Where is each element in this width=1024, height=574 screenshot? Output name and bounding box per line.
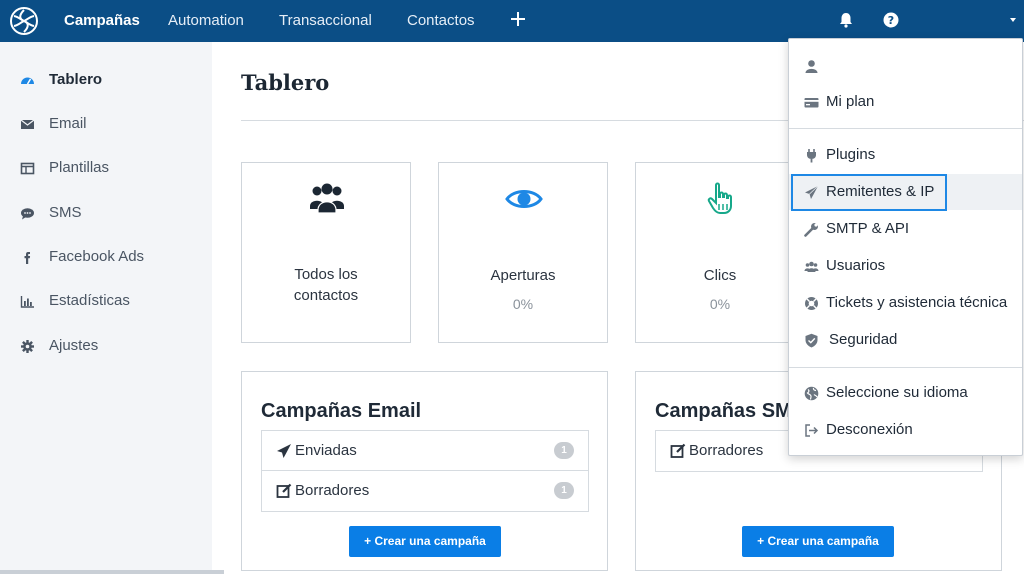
plus-icon[interactable] xyxy=(509,10,527,28)
bar-chart-icon xyxy=(20,294,35,309)
sidebar: Tablero Email Plantillas SMS Facebook Ad… xyxy=(0,42,212,574)
stat-card-contacts[interactable]: Todos los contactos xyxy=(241,162,411,343)
list-item-label: Enviadas xyxy=(295,442,357,459)
nav-transaccional[interactable]: Transaccional xyxy=(279,12,372,29)
account-dropdown-menu: Mi plan Plugins Remitentes & IP SMTP & A… xyxy=(788,38,1023,456)
stat-label: Aperturas xyxy=(490,267,556,284)
menu-item-label: Desconexión xyxy=(826,421,913,438)
shield-icon xyxy=(804,333,819,348)
nav-campanas[interactable]: Campañas xyxy=(64,12,140,29)
envelope-icon xyxy=(20,117,35,132)
create-sms-campaign-button[interactable]: + Crear una campaña xyxy=(742,526,894,557)
menu-item-label: Tickets y asistencia técnica xyxy=(826,294,1008,311)
stat-label-line1: Todos los xyxy=(294,266,358,283)
pointer-hand-icon xyxy=(701,179,741,219)
highlight-box-remitentes-ip xyxy=(791,174,947,211)
sign-out-icon xyxy=(804,423,819,438)
menu-divider xyxy=(789,128,1022,129)
count-badge: 1 xyxy=(554,442,574,459)
menu-item-label: Plugins xyxy=(826,146,876,163)
email-campaigns-panel: Campañas Email Enviadas 1 Borradores 1 +… xyxy=(241,371,608,571)
page-title: Tablero xyxy=(241,70,330,95)
sendinblue-logo-icon[interactable] xyxy=(9,6,39,36)
nav-automation[interactable]: Automation xyxy=(168,12,244,29)
menu-item-desconexion[interactable]: Desconexión xyxy=(789,412,1022,448)
sidebar-item-label: Email xyxy=(49,115,87,132)
account-caret-icon[interactable] xyxy=(1010,18,1016,22)
menu-item-smtp-api[interactable]: SMTP & API xyxy=(789,211,1022,247)
stat-value: 0% xyxy=(709,296,731,312)
sidebar-item-plantillas[interactable]: Plantillas xyxy=(0,153,212,183)
sidebar-item-ajustes[interactable]: Ajustes xyxy=(0,331,212,361)
list-item-label: Borradores xyxy=(295,482,370,499)
sidebar-item-facebook-ads[interactable]: Facebook Ads xyxy=(0,242,212,272)
menu-item-label: Mi plan xyxy=(826,93,875,110)
stat-card-aperturas[interactable]: Aperturas 0% xyxy=(438,162,608,343)
menu-item-idioma[interactable]: Seleccione su idioma xyxy=(789,375,1022,411)
stat-value: 0% xyxy=(512,296,534,312)
template-icon xyxy=(20,161,35,176)
sidebar-item-label: SMS xyxy=(49,204,82,221)
list-item-enviadas[interactable]: Enviadas 1 xyxy=(262,431,588,471)
bell-icon[interactable] xyxy=(838,12,854,28)
menu-item-plugins[interactable]: Plugins xyxy=(789,137,1022,173)
facebook-icon xyxy=(20,250,35,265)
stat-label: Clics xyxy=(703,267,737,284)
users-icon xyxy=(804,259,819,274)
sidebar-item-label: Ajustes xyxy=(49,337,99,354)
sidebar-item-label: Estadísticas xyxy=(49,292,130,309)
lifebuoy-icon xyxy=(804,296,819,311)
users-icon xyxy=(307,179,347,219)
nav-contactos[interactable]: Contactos xyxy=(407,12,475,29)
list-item-label: Borradores xyxy=(689,442,764,459)
svg-text:?: ? xyxy=(888,14,894,27)
top-navigation-bar: Campañas Automation Transaccional Contac… xyxy=(0,0,1024,42)
stat-card-clics[interactable]: Clics 0% xyxy=(635,162,805,343)
edit-icon xyxy=(670,443,686,459)
menu-item-tickets[interactable]: Tickets y asistencia técnica xyxy=(789,285,1022,321)
stat-label-line2: contactos xyxy=(293,287,359,304)
chat-bubble-icon xyxy=(20,206,35,221)
sidebar-item-sms[interactable]: SMS xyxy=(0,198,212,228)
menu-item-profile[interactable] xyxy=(789,48,1022,84)
menu-item-usuarios[interactable]: Usuarios xyxy=(789,248,1022,284)
user-icon xyxy=(804,59,819,74)
menu-item-label: Seleccione su idioma xyxy=(826,384,968,401)
paper-plane-icon xyxy=(276,443,292,459)
menu-item-seguridad[interactable]: Seguridad xyxy=(789,322,1022,358)
sidebar-item-label: Plantillas xyxy=(49,159,110,176)
edit-icon xyxy=(276,483,292,499)
create-email-campaign-button[interactable]: + Crear una campaña xyxy=(349,526,501,557)
menu-item-mi-plan[interactable]: Mi plan xyxy=(789,84,1022,120)
dashboard-icon xyxy=(20,73,35,88)
menu-item-label: SMTP & API xyxy=(826,220,910,237)
menu-divider xyxy=(789,367,1022,368)
panel-title: Campañas SMS xyxy=(655,400,806,422)
globe-icon xyxy=(804,386,819,401)
sidebar-item-tablero[interactable]: Tablero xyxy=(0,65,212,95)
menu-item-label: Usuarios xyxy=(826,257,886,274)
wrench-icon xyxy=(804,222,819,237)
eye-icon xyxy=(504,179,544,219)
gear-icon xyxy=(20,339,35,354)
sidebar-item-email[interactable]: Email xyxy=(0,109,212,139)
panel-title: Campañas Email xyxy=(261,400,422,422)
sidebar-item-label: Tablero xyxy=(49,71,103,88)
plug-icon xyxy=(804,148,819,163)
count-badge: 1 xyxy=(554,482,574,499)
list-item-borradores[interactable]: Borradores 1 xyxy=(262,471,588,511)
sidebar-scrollbar[interactable] xyxy=(0,570,224,574)
sidebar-item-label: Facebook Ads xyxy=(49,248,145,265)
credit-card-icon xyxy=(804,95,819,110)
help-circle-icon[interactable]: ? xyxy=(883,12,899,28)
menu-item-label: Seguridad xyxy=(829,331,898,348)
campaign-status-list: Enviadas 1 Borradores 1 xyxy=(261,430,589,512)
sidebar-item-estadisticas[interactable]: Estadísticas xyxy=(0,286,212,316)
